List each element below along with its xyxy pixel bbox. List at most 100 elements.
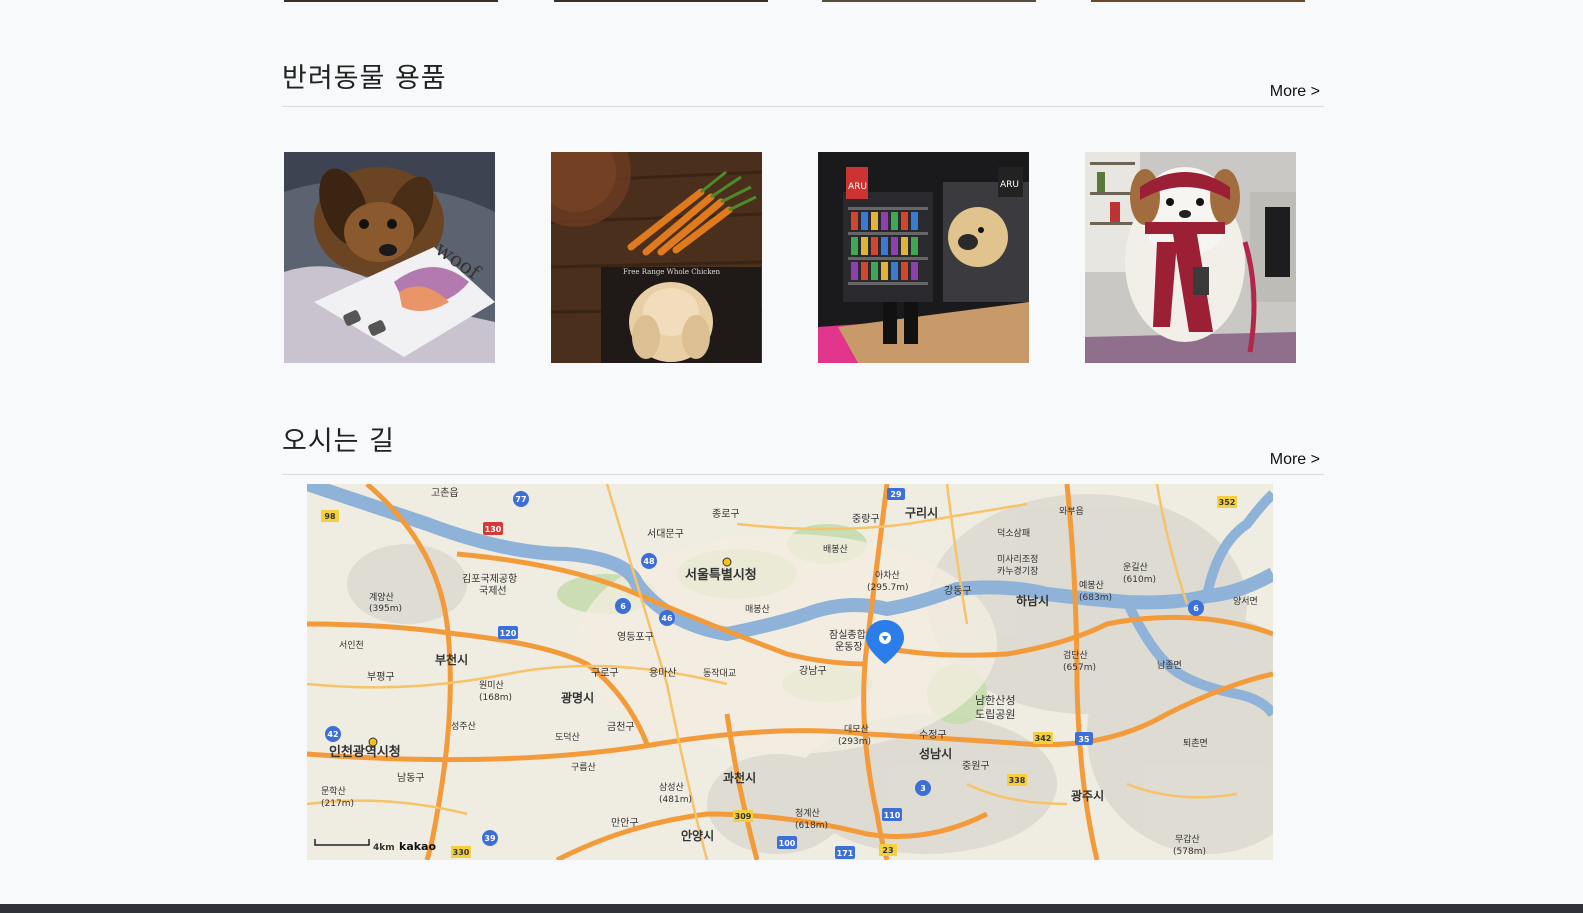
carrots-and-chicken-image: Free Range Whole Chicken (551, 152, 762, 363)
map-label: 338 (1009, 776, 1026, 785)
map-label: 고촌읍 (431, 487, 459, 499)
map-label: 352 (1219, 498, 1236, 507)
map-label: 대모산 (844, 724, 869, 735)
map-label: 영등포구 (617, 631, 654, 643)
map-label: 309 (735, 812, 752, 821)
map-label: 매봉산 (745, 604, 770, 615)
map-label: 광주시 (1071, 788, 1104, 803)
map-label: 구로구 (591, 668, 619, 679)
map-label: ARU (848, 182, 867, 192)
map-label: 하남시 (1016, 593, 1049, 608)
map-label: 김포국제공항 (462, 573, 517, 585)
map-label: 중원구 (962, 760, 990, 772)
map-label: 330 (453, 848, 470, 857)
map-label: 171 (837, 849, 854, 858)
dog-in-harness-image (1085, 152, 1296, 363)
map-label: 원미산 (479, 680, 504, 691)
map-label: 동작대교 (703, 668, 736, 679)
map-label: 98 (324, 512, 336, 521)
map-label: 안양시 (681, 828, 714, 843)
puppy-with-treat-bag-image: woof (284, 152, 495, 363)
map-label: 퇴촌면 (1183, 738, 1208, 749)
map-label: 4km (373, 843, 395, 853)
map-label: (295.7m) (867, 583, 909, 593)
map-label: 서대문구 (647, 528, 684, 540)
map-label: 광명시 (561, 690, 594, 705)
map-label: 청계산 (795, 807, 820, 819)
map-label: 29 (890, 490, 902, 499)
map-label: 48 (643, 557, 655, 566)
product-card-harness[interactable] (1085, 152, 1296, 363)
map-label: 남종면 (1157, 660, 1182, 671)
map-label: 42 (327, 730, 338, 739)
map-label: Free Range Whole Chicken (623, 268, 721, 276)
map-label: ARU (1000, 180, 1019, 190)
map-label: 120 (500, 629, 517, 638)
map-label: 도립공원 (975, 708, 1015, 721)
map-label: 금천구 (607, 721, 635, 733)
map-label: 부평구 (367, 671, 395, 683)
map-label: 3 (920, 784, 926, 793)
directions-more-link[interactable]: More > (1270, 451, 1320, 469)
map-label: 배봉산 (823, 544, 848, 555)
directions-section-header: 오시는 길 More > (282, 415, 1324, 475)
prev-image-edge (1091, 0, 1305, 2)
map-label: 39 (484, 834, 496, 843)
kakao-logo: kakao (399, 840, 436, 853)
page-footer (0, 904, 1583, 913)
product-card-raw-food[interactable]: Free Range Whole Chicken (551, 152, 762, 363)
map-label: 서인천 (339, 640, 364, 651)
map-label: 성남시 (919, 746, 952, 761)
map-label: 23 (882, 846, 893, 855)
map-label: 성주산 (451, 721, 476, 732)
map-label: 운동장 (835, 641, 863, 653)
product-card-puppy[interactable]: woof (284, 152, 495, 363)
map-label: 남한산성 (975, 694, 1015, 707)
prev-image-edge (822, 0, 1036, 2)
map-label: 양서면 (1233, 596, 1258, 607)
map-label: 부천시 (435, 652, 468, 667)
map-label: 용마산 (649, 667, 677, 679)
location-map[interactable]: 서울특별시청 인천광역시청 부천시 광명시 과천시 안양시 성남시 광주시 하남… (307, 484, 1273, 860)
map-label: 남동구 (397, 772, 425, 784)
map-label: 덕소삼패 (997, 528, 1030, 539)
section-title: 오시는 길 (282, 426, 395, 457)
map-label: (293m) (838, 737, 871, 747)
map-label: 강남구 (799, 665, 827, 677)
map-label: 110 (884, 811, 901, 820)
map-label: 검단산 (1063, 649, 1088, 661)
map-label: 무갑산 (1175, 833, 1200, 845)
map-label: 운길산 (1123, 562, 1148, 573)
map-label: (168m) (479, 693, 512, 703)
map-label: (217m) (321, 799, 354, 809)
map-label: 6 (1193, 604, 1199, 613)
map-label: 도덕산 (555, 732, 580, 743)
map-label-incheon: 인천광역시청 (329, 744, 401, 760)
map-label: 계양산 (369, 591, 394, 603)
map-label-seoul: 서울특별시청 (685, 567, 757, 583)
prev-image-edge (554, 0, 768, 2)
map-label: (395m) (369, 604, 402, 614)
map-label: (578m) (1173, 847, 1206, 857)
map-label: (481m) (659, 795, 692, 805)
map-label: 아차산 (875, 569, 900, 581)
map-label: 중랑구 (852, 513, 880, 525)
previous-section-image-edges (0, 0, 1583, 2)
prev-image-edge (284, 0, 498, 2)
pet-goods-section-header: 반려동물 용품 More > (282, 52, 1324, 107)
map-label: 종로구 (712, 508, 740, 520)
map-label: (618m) (795, 821, 828, 831)
product-card-exhibition-booth[interactable]: ARU ARU (818, 152, 1029, 363)
map-label: 130 (485, 525, 502, 534)
map-label: 100 (779, 839, 796, 848)
map-label: 만안구 (611, 817, 639, 829)
map-label: 문학산 (321, 786, 346, 797)
map-label: 삼성산 (659, 782, 684, 793)
map-label: 46 (661, 614, 673, 623)
map-label: 국제선 (479, 585, 507, 597)
pet-goods-more-link[interactable]: More > (1270, 83, 1320, 101)
map-label: 카누경기장 (997, 565, 1038, 577)
map-label: 미사리조정 (997, 554, 1038, 565)
map-label: 77 (515, 495, 526, 504)
map-label: 와부읍 (1059, 505, 1084, 517)
